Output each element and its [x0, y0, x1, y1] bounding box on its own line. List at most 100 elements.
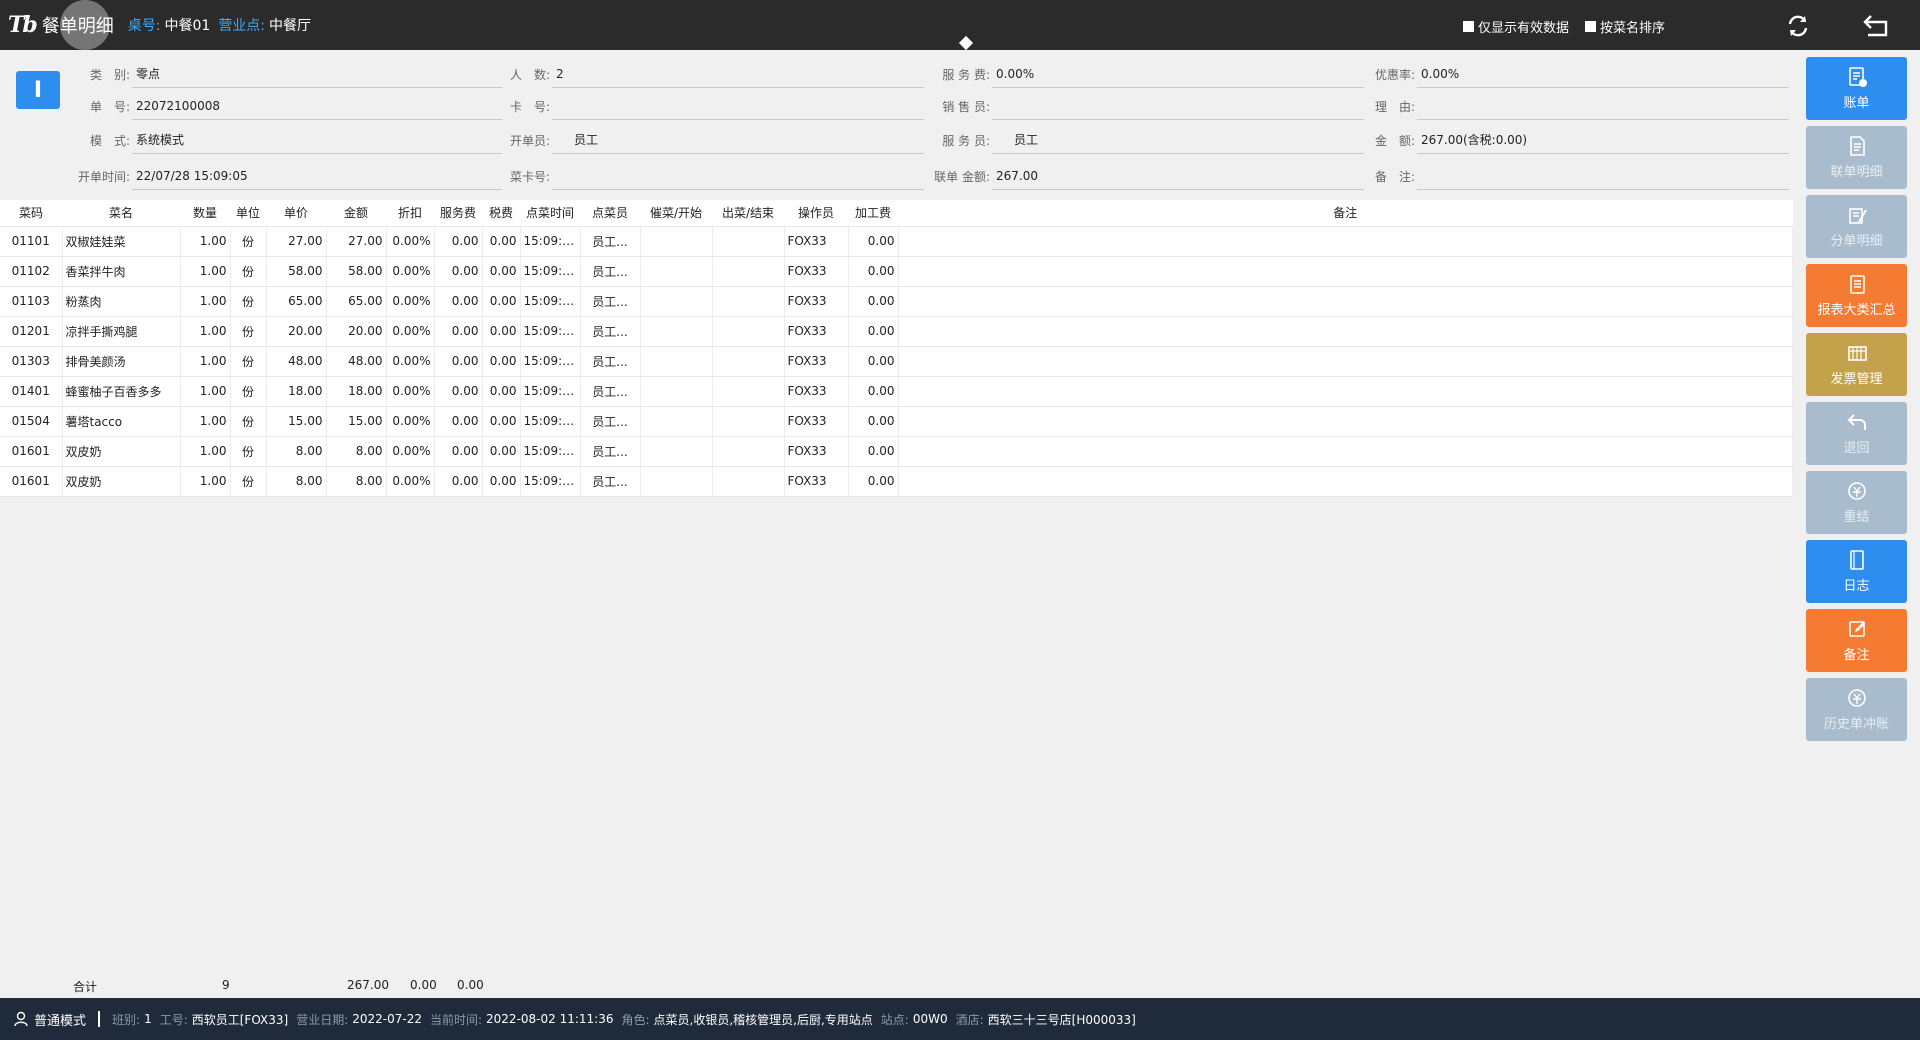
app-logo-icon: Tb — [8, 12, 38, 38]
table-cell: 份 — [230, 466, 267, 497]
table-cell: 1.00 — [180, 376, 231, 407]
table-cell: 0.00% — [386, 466, 435, 497]
column-header[interactable]: 操作员 — [784, 200, 848, 227]
checkbox-icon[interactable] — [1462, 21, 1474, 32]
table-cell: 0.00 — [482, 346, 521, 377]
column-header[interactable]: 税费 — [482, 200, 520, 227]
table-cell — [712, 376, 785, 407]
column-header[interactable]: 点菜员 — [580, 200, 640, 227]
table-cell — [898, 436, 1793, 467]
table-cell: FOX33 — [784, 406, 849, 437]
table-row[interactable]: 01103 粉蒸肉 1.00 份 65.00 65.00 0.00% 0.00 0.00 15:0… — [0, 286, 1793, 317]
checkbox-icon[interactable] — [1584, 21, 1596, 32]
column-header[interactable]: 折扣 — [386, 200, 434, 227]
table-row[interactable]: 01101 双椒娃娃菜 1.00 份 27.00 27.00 0.00% 0.00 0.00 15… — [0, 226, 1793, 257]
table-cell — [898, 286, 1793, 317]
column-header[interactable]: 菜码 — [0, 200, 62, 227]
table-cell: 0.00 — [848, 346, 899, 377]
side-button-resettle[interactable]: 重结 — [1806, 471, 1907, 534]
valid-only-checkbox[interactable]: 仅显示有效数据 — [1462, 17, 1569, 36]
table-cell: 0.00% — [386, 436, 435, 467]
refresh-icon[interactable] — [1784, 12, 1812, 40]
side-button-invoice[interactable]: 发票管理 — [1806, 333, 1907, 396]
side-button-edit[interactable]: 备注 — [1806, 609, 1907, 672]
table-cell: 65.00 — [326, 286, 387, 317]
table-cell: 0.00% — [386, 376, 435, 407]
station-value: 00W0 — [912, 1012, 948, 1026]
column-header[interactable]: 备注 — [898, 200, 1793, 227]
side-button-history[interactable]: 历史单冲账 — [1806, 678, 1907, 741]
side-button-bill[interactable]: 账单 — [1806, 57, 1907, 120]
side-button-label: 退回 — [1843, 441, 1870, 456]
side-button-label: 账单 — [1843, 96, 1870, 111]
side-button-document[interactable]: 联单明细 — [1806, 126, 1907, 189]
table-cell: 8.00 — [266, 436, 327, 467]
column-header[interactable]: 金额 — [326, 200, 386, 227]
column-header[interactable]: 服务费 — [434, 200, 482, 227]
table-cell — [640, 406, 713, 437]
column-header[interactable]: 数量 — [180, 200, 230, 227]
table-row[interactable]: 01601 双皮奶 1.00 份 8.00 8.00 0.00% 0.00 0.00 15:09:… — [0, 466, 1793, 497]
log-icon — [1849, 550, 1864, 570]
column-header[interactable]: 单位 — [230, 200, 266, 227]
table-cell: 0.00 — [434, 286, 483, 317]
table-cell — [898, 466, 1793, 497]
table-cell: 1.00 — [180, 316, 231, 347]
table-cell: 0.00 — [434, 406, 483, 437]
table-header-row: 菜码 菜名 数量 单位 单价 金额 折扣 服务费 税费 点菜时间 点菜员 催菜/开始 出菜/结束 操作员加… — [0, 200, 1793, 227]
side-button-split[interactable]: 分单明细 — [1806, 195, 1907, 258]
back-icon[interactable] — [1862, 12, 1890, 40]
table-cell — [898, 256, 1793, 287]
summary-label: 合计 — [73, 980, 98, 994]
table-cell: 01401 — [0, 376, 63, 407]
column-header[interactable]: 单价 — [266, 200, 326, 227]
table-cell: 份 — [230, 376, 267, 407]
table-cell: 1.00 — [180, 346, 231, 377]
table-cell: 0.00 — [848, 466, 899, 497]
table-cell: 48.00 — [326, 346, 387, 377]
column-header[interactable]: 催菜/开始 — [640, 200, 712, 227]
table-cell: 香菜拌牛肉 — [62, 256, 181, 287]
table-cell: 0.00 — [848, 316, 899, 347]
outlet-label: 营业点: — [218, 18, 266, 34]
valid-only-label: 仅显示有效数据 — [1477, 21, 1569, 36]
open-time-field: 开单时间: 22/07/28 15:09:05 — [60, 162, 502, 190]
side-button-label: 分单明细 — [1830, 234, 1883, 249]
side-button-return[interactable]: 退回 — [1806, 402, 1907, 465]
table-cell: 0.00 — [848, 406, 899, 437]
service-fee-field: 服 务 费: 0.00% — [920, 60, 1364, 88]
table-cell — [712, 226, 785, 257]
column-header[interactable]: 点菜时间 — [520, 200, 580, 227]
table-cell: 员工... — [580, 286, 641, 317]
invoice-icon — [1847, 346, 1867, 361]
table-cell — [898, 406, 1793, 437]
table-cell: 双皮奶 — [62, 466, 181, 497]
table-cell: 18.00 — [326, 376, 387, 407]
table-row[interactable]: 01102 香菜拌牛肉 1.00 份 58.00 58.00 0.00% 0.00 0.00 15… — [0, 256, 1793, 287]
status-divider — [98, 1011, 101, 1027]
table-cell: 65.00 — [266, 286, 327, 317]
table-row[interactable]: 01201 凉拌手撕鸡腿 1.00 份 20.00 20.00 0.00% 0.00 0.00 1… — [0, 316, 1793, 347]
table-cell: 薯塔tacco — [62, 406, 181, 437]
table-cell: 20.00 — [266, 316, 327, 347]
table-cell: FOX33 — [784, 316, 849, 347]
table-row[interactable]: 01601 双皮奶 1.00 份 8.00 8.00 0.00% 0.00 0.00 15:09:… — [0, 436, 1793, 467]
split-icon — [1848, 208, 1867, 224]
side-button-report[interactable]: 报表大类汇总 — [1806, 264, 1907, 327]
column-header[interactable]: 加工费 — [848, 200, 898, 227]
table-row[interactable]: 01401 蜂蜜柚子百香多多 1.00 份 18.00 18.00 0.00% 0.00 0.0… — [0, 376, 1793, 407]
table-row[interactable]: 01504 薯塔tacco 1.00 份 15.00 15.00 0.00% 0.00 0.00… — [0, 406, 1793, 437]
table-cell — [640, 376, 713, 407]
table-cell — [712, 436, 785, 467]
side-button-log[interactable]: 日志 — [1806, 540, 1907, 603]
card-no-field: 卡 号: — [480, 92, 924, 120]
table-row[interactable]: 01303 排骨美颜汤 1.00 份 48.00 48.00 0.00% 0.00 0.00 15… — [0, 346, 1793, 377]
column-header[interactable]: 出菜/结束 — [712, 200, 784, 227]
column-header[interactable]: 菜名 — [62, 200, 180, 227]
table-cell: 0.00% — [386, 226, 435, 257]
table-cell: 份 — [230, 256, 267, 287]
table-cell: 0.00 — [482, 256, 521, 287]
sort-by-name-checkbox[interactable]: 按菜名排序 — [1584, 17, 1665, 36]
table-cell: 份 — [230, 316, 267, 347]
sales-field: 销 售 员: — [920, 92, 1364, 120]
